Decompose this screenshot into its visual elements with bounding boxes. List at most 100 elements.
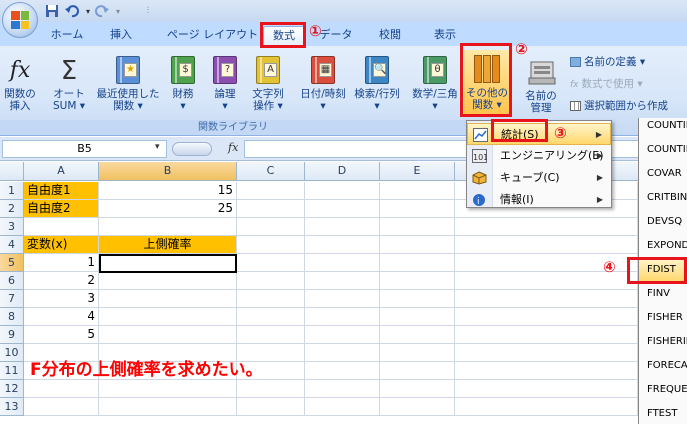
cell-c5[interactable]	[237, 254, 305, 272]
financial-button[interactable]: $ 財務 ▾	[166, 56, 200, 112]
cell-c4[interactable]	[237, 236, 305, 254]
function-item-countifs[interactable]: COUNTIFS	[639, 138, 687, 162]
cell-f13[interactable]	[455, 398, 638, 416]
cell-c1[interactable]	[237, 182, 305, 200]
cell-c13[interactable]	[237, 398, 305, 416]
formula-bar-grip-icon[interactable]	[172, 142, 212, 156]
menu-item-information[interactable]: i 情報(I) ▶	[467, 189, 611, 211]
cell-a2[interactable]: 自由度2	[24, 200, 99, 218]
cell-c9[interactable]	[237, 326, 305, 344]
fx-button[interactable]: fx	[228, 141, 238, 154]
formula-input[interactable]	[244, 140, 684, 158]
cell-f12[interactable]	[455, 380, 638, 398]
cell-d7[interactable]	[305, 290, 380, 308]
math-trig-button[interactable]: θ 数学/三角 ▾	[408, 56, 462, 112]
cell-f3[interactable]	[455, 218, 638, 236]
function-item-forecast[interactable]: FORECAST	[639, 354, 687, 378]
cell-f9[interactable]	[455, 326, 638, 344]
cell-e11[interactable]	[380, 362, 455, 380]
namebox-dropdown-icon[interactable]: ▾	[155, 142, 160, 152]
cell-a1[interactable]: 自由度1	[24, 182, 99, 200]
cell-d3[interactable]	[305, 218, 380, 236]
cell-f11[interactable]	[455, 362, 638, 380]
row-header-3[interactable]: 3	[0, 218, 24, 236]
tab-page-layout[interactable]: ページ レイアウト	[155, 26, 270, 46]
cell-e1[interactable]	[380, 182, 455, 200]
cell-e2[interactable]	[380, 200, 455, 218]
define-name-button[interactable]: 名前の定義 ▾	[570, 56, 645, 69]
row-header-13[interactable]: 13	[0, 398, 24, 416]
cell-d6[interactable]	[305, 272, 380, 290]
cell-b13[interactable]	[99, 398, 237, 416]
redo-dropdown-icon[interactable]: ▾	[110, 3, 126, 19]
function-item-devsq[interactable]: DEVSQ	[639, 210, 687, 234]
cell-e10[interactable]	[380, 344, 455, 362]
cell-a9[interactable]: 5	[24, 326, 99, 344]
function-item-fisherinv[interactable]: FISHERINV	[639, 330, 687, 354]
cell-d1[interactable]	[305, 182, 380, 200]
tab-insert[interactable]: 挿入	[100, 26, 142, 46]
tab-review[interactable]: 校閲	[370, 26, 410, 46]
datetime-button[interactable]: ▦ 日付/時刻 ▾	[298, 56, 348, 112]
cell-b12[interactable]	[99, 380, 237, 398]
function-item-ftest[interactable]: FTEST	[639, 402, 687, 424]
cell-c2[interactable]	[237, 200, 305, 218]
cell-c6[interactable]	[237, 272, 305, 290]
cell-e12[interactable]	[380, 380, 455, 398]
cell-a8[interactable]: 4	[24, 308, 99, 326]
cell-c12[interactable]	[237, 380, 305, 398]
row-header-12[interactable]: 12	[0, 380, 24, 398]
column-header-e[interactable]: E	[380, 162, 455, 181]
cell-a12[interactable]	[24, 380, 99, 398]
function-item-countif[interactable]: COUNTIF	[639, 114, 687, 138]
cell-b1[interactable]: 15	[99, 182, 237, 200]
cell-a7[interactable]: 3	[24, 290, 99, 308]
cell-e3[interactable]	[380, 218, 455, 236]
cell-a6[interactable]: 2	[24, 272, 99, 290]
cell-d11[interactable]	[305, 362, 380, 380]
insert-function-button[interactable]: 𝑓x 関数の 挿入	[2, 56, 38, 112]
function-item-critbinom[interactable]: CRITBINOM	[639, 186, 687, 210]
recent-functions-button[interactable]: ★ 最近使用した 関数 ▾	[92, 56, 164, 112]
menu-item-cube[interactable]: キューブ(C) ▶	[467, 167, 611, 189]
cell-b6[interactable]	[99, 272, 237, 290]
cell-c3[interactable]	[237, 218, 305, 236]
cell-f7[interactable]	[455, 290, 638, 308]
tab-view[interactable]: 表示	[425, 26, 465, 46]
cell-b7[interactable]	[99, 290, 237, 308]
active-cell-b5[interactable]	[99, 254, 237, 273]
row-header-9[interactable]: 9	[0, 326, 24, 344]
cell-d5[interactable]	[305, 254, 380, 272]
row-header-10[interactable]: 10	[0, 344, 24, 362]
cell-e9[interactable]	[380, 326, 455, 344]
office-button[interactable]	[2, 2, 38, 38]
function-item-expondist[interactable]: EXPONDIST	[639, 234, 687, 258]
cell-e5[interactable]	[380, 254, 455, 272]
cell-f4[interactable]	[455, 236, 638, 254]
cell-d8[interactable]	[305, 308, 380, 326]
customize-qat-icon[interactable]: ⫶	[140, 3, 156, 19]
lookup-button[interactable]: 🔍 検索/行列 ▾	[349, 56, 405, 112]
cell-d9[interactable]	[305, 326, 380, 344]
cell-b3[interactable]	[99, 218, 237, 236]
function-item-finv[interactable]: FINV	[639, 282, 687, 306]
create-from-selection-button[interactable]: 選択範囲から作成	[570, 100, 668, 113]
name-box[interactable]: B5	[2, 140, 167, 158]
column-header-a[interactable]: A	[24, 162, 99, 181]
cell-e7[interactable]	[380, 290, 455, 308]
row-header-11[interactable]: 11	[0, 362, 24, 380]
cell-e4[interactable]	[380, 236, 455, 254]
column-header-c[interactable]: C	[237, 162, 305, 181]
row-header-8[interactable]: 8	[0, 308, 24, 326]
cell-d12[interactable]	[305, 380, 380, 398]
save-icon[interactable]	[44, 3, 60, 19]
cell-a5[interactable]: 1	[24, 254, 99, 272]
cell-b4[interactable]: 上側確率	[99, 236, 237, 254]
cell-e8[interactable]	[380, 308, 455, 326]
select-all-corner[interactable]	[0, 162, 24, 181]
cell-e6[interactable]	[380, 272, 455, 290]
row-header-6[interactable]: 6	[0, 272, 24, 290]
row-header-4[interactable]: 4	[0, 236, 24, 254]
cell-e13[interactable]	[380, 398, 455, 416]
row-header-5[interactable]: 5	[0, 254, 24, 272]
